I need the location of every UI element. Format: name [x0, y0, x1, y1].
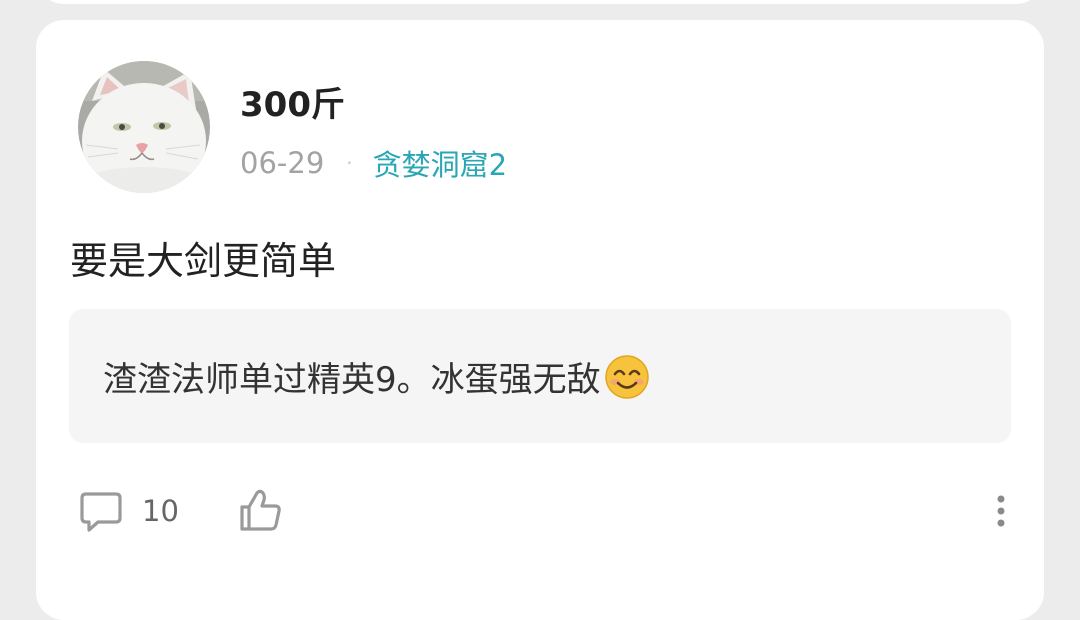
white-cat-avatar-icon: [78, 61, 210, 193]
group-link[interactable]: 贪婪洞窟2: [373, 142, 507, 184]
action-bar: 10: [36, 486, 1044, 536]
quote-text-row: 渣渣法师单过精英9。冰蛋强无敌: [103, 352, 650, 401]
post-meta: 06-29 · 贪婪洞窟2: [240, 143, 507, 183]
meta-separator: ·: [346, 151, 353, 175]
avatar[interactable]: [78, 61, 210, 193]
username[interactable]: 300斤: [240, 77, 345, 126]
post-date: 06-29: [240, 146, 325, 180]
previous-post-card: [36, 0, 1044, 4]
more-vertical-icon: [997, 495, 1005, 527]
smiling-face-emoji-icon: [604, 354, 650, 400]
comment-count: 10: [142, 494, 179, 528]
more-button[interactable]: [986, 491, 1016, 531]
comment-button[interactable]: 10: [78, 486, 179, 536]
post-card[interactable]: 300斤 06-29 · 贪婪洞窟2 要是大剑更简单 渣渣法师单过精英9。冰蛋强…: [36, 20, 1044, 620]
comment-icon: [80, 492, 122, 532]
thumbs-up-icon: [240, 489, 281, 531]
quote-text: 渣渣法师单过精英9。冰蛋强无敌: [103, 360, 601, 400]
quoted-content[interactable]: 渣渣法师单过精英9。冰蛋强无敌: [69, 309, 1011, 443]
like-button[interactable]: [236, 486, 284, 536]
post-title: 要是大剑更简单: [70, 239, 337, 283]
